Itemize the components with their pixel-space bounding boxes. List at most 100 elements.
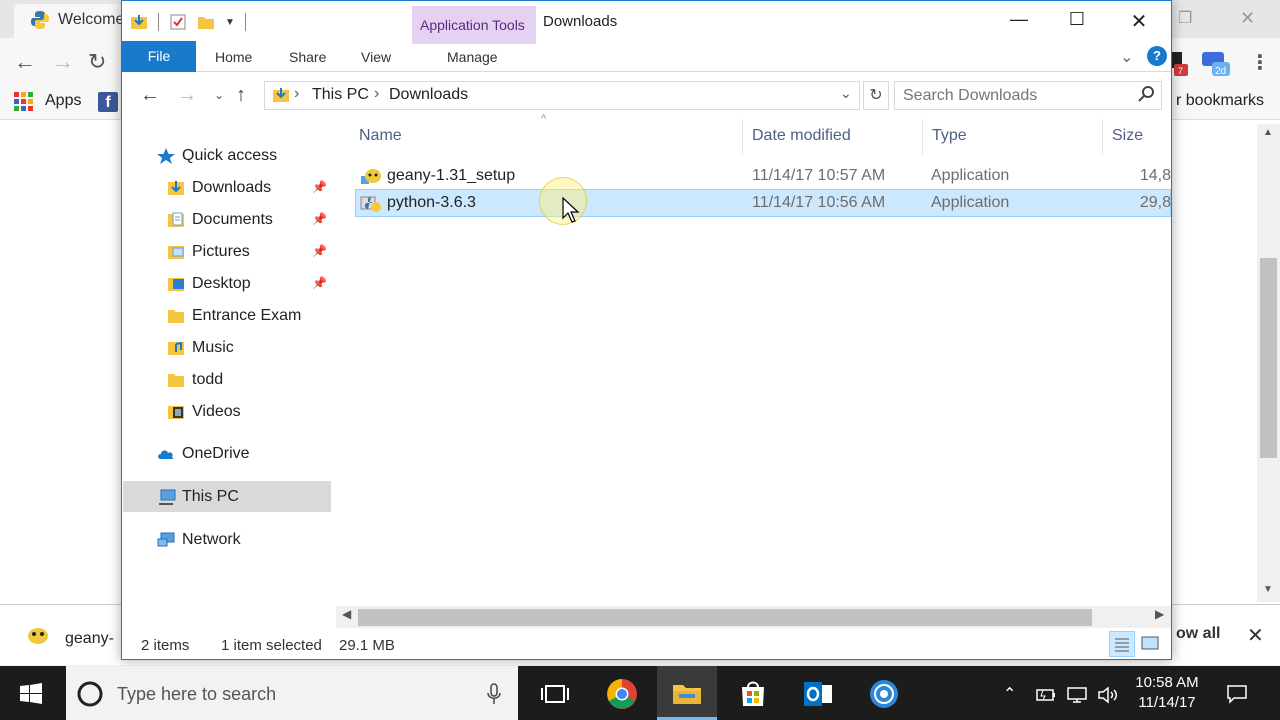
- chrome-forward-icon[interactable]: →: [52, 50, 74, 74]
- back-arrow-icon[interactable]: ←: [140, 83, 160, 107]
- nav-item-videos[interactable]: Videos: [166, 397, 241, 427]
- outlook-taskbar-icon[interactable]: [800, 676, 836, 712]
- store-taskbar-icon[interactable]: [735, 676, 771, 712]
- microphone-icon[interactable]: [486, 682, 502, 706]
- nav-network[interactable]: Network: [156, 525, 241, 555]
- breadcrumb-chevron-icon[interactable]: ›: [294, 85, 299, 103]
- tab-home[interactable]: Home: [215, 49, 252, 65]
- geany-download-icon[interactable]: [26, 624, 50, 646]
- file-size: 29,8: [1139, 194, 1171, 211]
- nav-quick-access[interactable]: Quick access: [156, 141, 277, 171]
- nav-this-pc[interactable]: This PC: [156, 482, 239, 512]
- scroll-down-icon[interactable]: ▼: [1263, 584, 1273, 595]
- network-tray-icon[interactable]: [1066, 686, 1088, 704]
- new-folder-icon[interactable]: [197, 13, 215, 31]
- column-header-name[interactable]: Name: [359, 127, 402, 145]
- nav-onedrive[interactable]: OneDrive: [156, 439, 250, 469]
- close-icon[interactable]: ✕: [1116, 9, 1162, 34]
- chrome-scrollbar-thumb[interactable]: [1260, 258, 1277, 458]
- scroll-up-icon[interactable]: ▲: [1263, 127, 1273, 138]
- nav-item-label: Entrance Exam: [192, 307, 302, 324]
- battery-icon[interactable]: [1034, 686, 1056, 704]
- expand-ribbon-chevron-icon[interactable]: ⌄: [1120, 47, 1133, 67]
- tab-manage[interactable]: Manage: [447, 49, 498, 65]
- breadcrumb-downloads[interactable]: Downloads: [389, 86, 468, 104]
- file-type: Application: [931, 194, 1010, 211]
- details-view-button[interactable]: [1109, 631, 1135, 657]
- window-title: Downloads: [543, 13, 618, 30]
- chrome-back-icon[interactable]: ←: [14, 50, 36, 74]
- show-hidden-icons-chevron-icon[interactable]: ⌃: [1003, 684, 1016, 704]
- taskbar-search-placeholder: Type here to search: [117, 684, 277, 704]
- status-item-count: 2 items: [141, 637, 190, 654]
- minimize-icon[interactable]: —: [996, 9, 1042, 30]
- action-center-icon[interactable]: [1226, 684, 1248, 704]
- taskbar-clock[interactable]: 10:58 AM 11/14/17: [1132, 673, 1202, 713]
- column-header-size[interactable]: Size: [1112, 127, 1143, 145]
- close-download-shelf-icon[interactable]: ✕: [1247, 623, 1264, 648]
- nav-item-downloads[interactable]: Downloads: [166, 173, 271, 203]
- task-view-icon[interactable]: [537, 676, 573, 712]
- chrome-restore-icon[interactable]: ❐: [1178, 8, 1192, 28]
- file-explorer-taskbar-icon[interactable]: [669, 676, 705, 712]
- tab-share[interactable]: Share: [289, 49, 326, 65]
- nav-item-entrance-exam[interactable]: Entrance Exam: [166, 301, 301, 331]
- windows-start-icon[interactable]: [20, 683, 42, 705]
- up-arrow-icon[interactable]: ↑: [236, 83, 246, 107]
- file-type: Application: [931, 167, 1010, 184]
- nav-this-pc-label: This PC: [182, 488, 239, 505]
- chrome-menu-icon[interactable]: ⋮: [1250, 50, 1270, 75]
- cortana-icon[interactable]: [76, 680, 104, 708]
- tab-view[interactable]: View: [361, 49, 391, 65]
- downloads-folder-qat-icon[interactable]: [130, 13, 148, 31]
- file-row-geany[interactable]: geany-1.31_setup 11/14/17 10:57 AM Appli…: [355, 162, 1171, 190]
- customize-qat-icon[interactable]: ▼: [225, 17, 235, 28]
- chrome-taskbar-icon[interactable]: [604, 676, 640, 712]
- scroll-right-icon[interactable]: ▶: [1155, 607, 1164, 621]
- other-bookmarks-label[interactable]: r bookmarks: [1176, 92, 1264, 110]
- refresh-icon[interactable]: ↻: [863, 81, 889, 110]
- pin-icon[interactable]: 📌: [312, 276, 327, 290]
- horizontal-scrollbar-thumb[interactable]: [358, 609, 1092, 626]
- recent-locations-icon[interactable]: ⌄: [214, 83, 224, 107]
- maximize-icon[interactable]: ☐: [1054, 9, 1100, 30]
- pin-icon[interactable]: 📌: [312, 212, 327, 226]
- nav-item-desktop[interactable]: Desktop: [166, 269, 251, 299]
- search-input[interactable]: [894, 81, 1162, 110]
- address-dropdown-icon[interactable]: ⌄: [840, 85, 852, 102]
- music-folder-icon: [168, 341, 184, 355]
- nav-item-pictures[interactable]: Pictures: [166, 237, 250, 267]
- download-item-name[interactable]: geany-: [65, 630, 114, 648]
- properties-icon[interactable]: [169, 13, 187, 31]
- nav-item-documents[interactable]: Documents: [166, 205, 273, 235]
- breadcrumb-chevron-icon[interactable]: ›: [374, 85, 379, 103]
- tab-file[interactable]: File: [122, 41, 196, 72]
- pin-icon[interactable]: 📌: [312, 244, 327, 258]
- chrome-close-icon[interactable]: ✕: [1240, 8, 1255, 29]
- file-name: geany-1.31_setup: [387, 167, 516, 184]
- show-all-downloads-link[interactable]: ow all: [1176, 625, 1220, 643]
- chrome-reload-icon[interactable]: ↻: [88, 50, 106, 74]
- column-header-type[interactable]: Type: [932, 127, 967, 145]
- status-selected: 1 item selected: [221, 637, 322, 654]
- facebook-bookmark-icon[interactable]: f: [98, 92, 118, 112]
- star-icon: [157, 148, 175, 164]
- column-divider[interactable]: [922, 119, 923, 155]
- column-divider[interactable]: [742, 119, 743, 155]
- large-icons-view-button[interactable]: [1138, 631, 1164, 657]
- nav-item-music[interactable]: Music: [166, 333, 234, 363]
- apps-grid-icon[interactable]: [14, 92, 34, 112]
- scroll-left-icon[interactable]: ◀: [342, 607, 351, 621]
- apps-label[interactable]: Apps: [45, 92, 81, 110]
- nav-item-todd[interactable]: todd: [166, 365, 223, 395]
- pin-icon[interactable]: 📌: [312, 180, 327, 194]
- help-icon[interactable]: ?: [1147, 46, 1167, 66]
- column-divider[interactable]: [1102, 119, 1103, 155]
- column-header-date[interactable]: Date modified: [752, 127, 851, 145]
- search-icon[interactable]: [1138, 85, 1156, 103]
- breadcrumb-this-pc[interactable]: This PC: [312, 86, 369, 104]
- cortana-app-taskbar-icon[interactable]: [866, 676, 902, 712]
- volume-icon[interactable]: [1097, 685, 1119, 705]
- forward-arrow-icon[interactable]: →: [177, 83, 197, 107]
- file-row-python[interactable]: python-3.6.3 11/14/17 10:56 AM Applicati…: [355, 189, 1171, 217]
